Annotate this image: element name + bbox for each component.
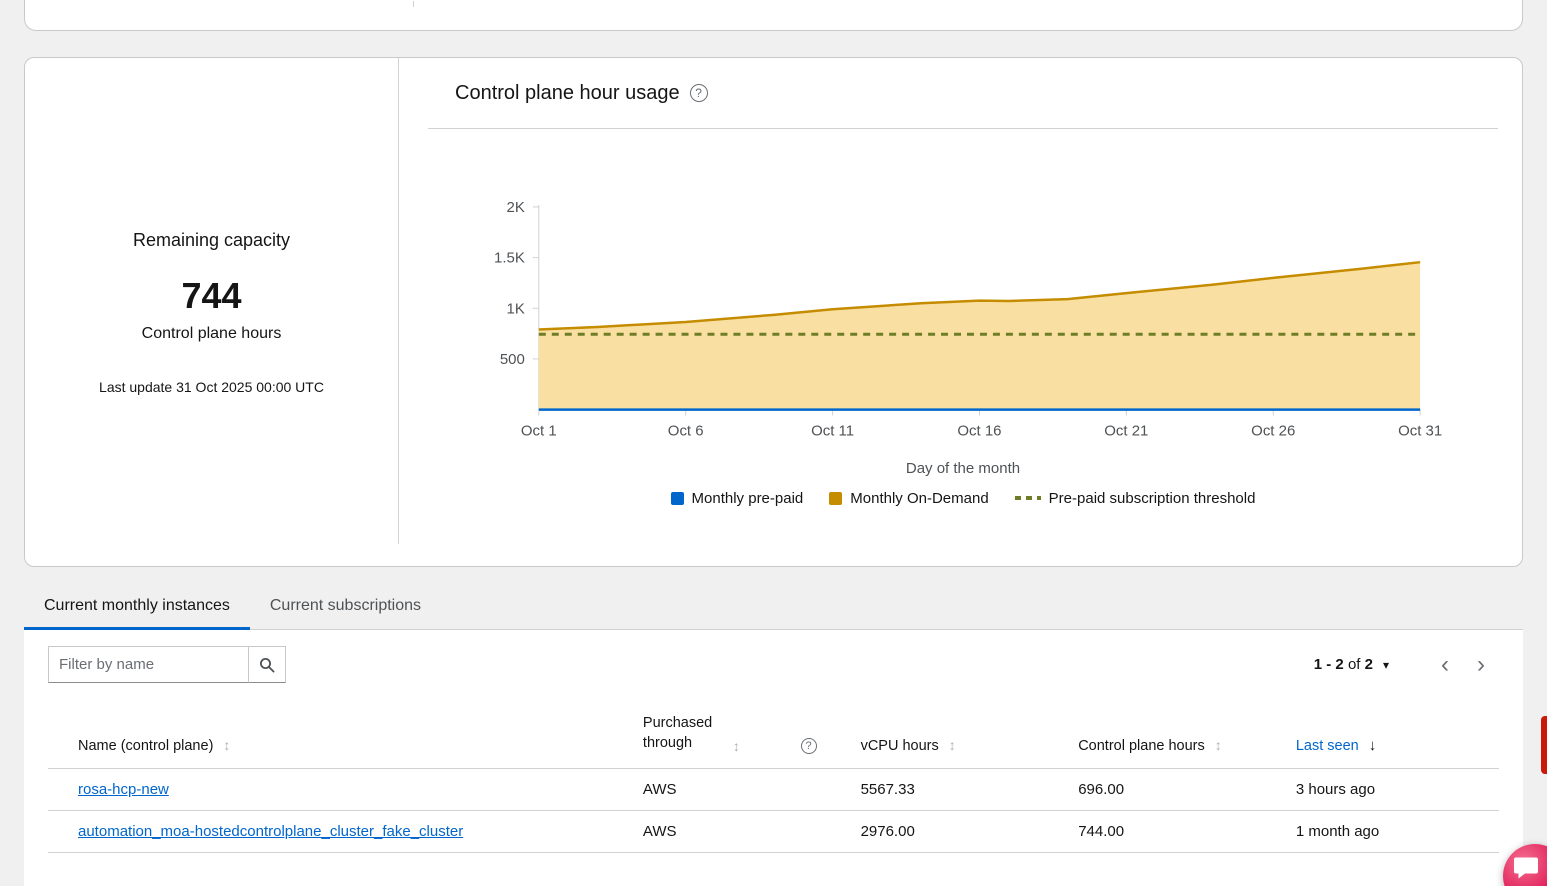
pagination-total: 2 — [1365, 656, 1373, 673]
svg-text:Oct 1: Oct 1 — [521, 423, 557, 440]
chart-legend: Monthly pre-paid Monthly On-Demand Pre-p… — [428, 490, 1498, 507]
usage-chart-header: Control plane hour usage ? — [428, 58, 1498, 128]
previous-page-button[interactable]: ‹ — [1427, 649, 1463, 681]
table-row: rosa-hcp-new AWS 5567.33 696.00 3 hours … — [48, 768, 1499, 810]
usage-chart-title: Control plane hour usage — [455, 82, 680, 105]
usage-card: Remaining capacity 744 Control plane hou… — [24, 57, 1523, 567]
tab-label: Current monthly instances — [44, 597, 230, 615]
svg-text:1.5K: 1.5K — [494, 250, 525, 267]
remaining-capacity-unit: Control plane hours — [142, 325, 282, 343]
page: { "colors": { "link": "#0066cc", "prepai… — [0, 0, 1547, 886]
sort-icon[interactable]: ↕ — [1215, 737, 1222, 753]
svg-text:Oct 21: Oct 21 — [1104, 423, 1148, 440]
column-label: vCPU hours — [861, 738, 939, 754]
pagination-of-label: of — [1348, 656, 1361, 673]
next-page-button[interactable]: › — [1463, 649, 1499, 681]
help-icon[interactable]: ? — [690, 84, 708, 102]
pagination-caret-down-icon[interactable]: ▾ — [1383, 658, 1389, 672]
svg-text:2K: 2K — [507, 199, 525, 216]
instances-tab-content: 1 - 2 of 2 ▾ ‹ › Name (control plane)↕ P — [24, 630, 1523, 886]
tab-label: Current subscriptions — [270, 597, 421, 615]
filter-by-name-input[interactable] — [48, 646, 248, 683]
instances-table: Name (control plane) ↕ Purchased through ↕… — [48, 699, 1499, 853]
threshold-dash-icon — [1015, 496, 1041, 500]
cluster-name-link[interactable]: rosa-hcp-new — [78, 781, 169, 798]
table-toolbar: 1 - 2 of 2 ▾ ‹ › — [24, 630, 1523, 699]
prepaid-swatch-icon — [671, 492, 684, 505]
svg-text:Oct 6: Oct 6 — [668, 423, 704, 440]
cell-control-plane-hours: 744.00 — [1078, 810, 1296, 852]
pagination-nav: ‹ › — [1427, 649, 1499, 681]
chat-bubble-icon — [1513, 856, 1539, 880]
column-label: Last seen — [1296, 738, 1359, 754]
cell-control-plane-hours: 696.00 — [1078, 768, 1296, 810]
remaining-capacity-title: Remaining capacity — [133, 230, 290, 251]
usage-chart-panel: Control plane hour usage ? 500 1K 1.5K 2K Oc… — [399, 58, 1522, 566]
svg-text:1K: 1K — [507, 300, 525, 317]
legend-label: Monthly pre-paid — [692, 490, 804, 507]
purchased-through-help-icon[interactable]: ? — [801, 738, 817, 754]
column-header-name[interactable]: Name (control plane) ↕ — [48, 699, 643, 768]
svg-text:Oct 11: Oct 11 — [811, 423, 854, 440]
remaining-capacity-panel: Remaining capacity 744 Control plane hou… — [25, 58, 398, 566]
legend-item-threshold: Pre-paid subscription threshold — [1015, 490, 1256, 507]
column-header-control-plane-hours[interactable]: Control plane hours ↕ — [1078, 699, 1296, 768]
feedback-tab[interactable] — [1541, 716, 1547, 774]
filter-input-group — [48, 646, 286, 683]
tab-bar: Current monthly instances Current subscr… — [24, 584, 1523, 630]
column-header-last-seen[interactable]: Last seen ↓ — [1296, 699, 1499, 768]
search-button[interactable] — [248, 646, 286, 683]
sort-desc-icon[interactable]: ↓ — [1369, 737, 1377, 754]
cell-last-seen: 3 hours ago — [1296, 768, 1499, 810]
ondemand-swatch-icon — [829, 492, 842, 505]
cell-vcpu-hours: 5567.33 — [861, 768, 1079, 810]
tab-current-monthly-instances[interactable]: Current monthly instances — [24, 584, 250, 630]
legend-label: Monthly On-Demand — [850, 490, 988, 507]
previous-card-bottom — [24, 0, 1523, 31]
header-divider — [428, 128, 1498, 129]
svg-text:Oct 31: Oct 31 — [1398, 423, 1442, 440]
svg-text:500: 500 — [500, 351, 525, 368]
sort-icon[interactable]: ↕ — [223, 737, 230, 753]
chart-x-axis-label: Day of the month — [428, 460, 1498, 477]
column-label: Purchased through — [643, 713, 723, 754]
tab-current-subscriptions[interactable]: Current subscriptions — [250, 584, 441, 630]
pagination: 1 - 2 of 2 ▾ ‹ › — [1314, 649, 1499, 681]
svg-text:Oct 16: Oct 16 — [957, 423, 1001, 440]
search-icon — [259, 657, 275, 673]
cell-vcpu-hours: 2976.00 — [861, 810, 1079, 852]
cluster-name-link[interactable]: automation_moa-hostedcontrolplane_cluste… — [78, 823, 463, 840]
legend-item-prepaid: Monthly pre-paid — [671, 490, 804, 507]
column-header-vcpu-hours[interactable]: vCPU hours ↕ — [861, 699, 1079, 768]
pagination-range: 1 - 2 of 2 — [1314, 656, 1373, 673]
sort-icon[interactable]: ↕ — [733, 738, 740, 754]
column-label: Control plane hours — [1078, 738, 1205, 754]
pagination-range-numbers: 1 - 2 — [1314, 656, 1344, 673]
column-label: Name (control plane) — [78, 738, 213, 754]
last-update-text: Last update 31 Oct 2025 00:00 UTC — [99, 379, 324, 395]
cell-last-seen: 1 month ago — [1296, 810, 1499, 852]
usage-chart: 500 1K 1.5K 2K Oct 1 Oct 6 Oct 11 Oct 16 Oct 21 O… — [428, 190, 1498, 452]
table-header-row: Name (control plane) ↕ Purchased through ↕… — [48, 699, 1499, 768]
column-header-purchased-through[interactable]: Purchased through ↕ ? — [643, 699, 861, 768]
legend-item-ondemand: Monthly On-Demand — [829, 490, 988, 507]
cell-purchased-through: AWS — [643, 768, 861, 810]
legend-label: Pre-paid subscription threshold — [1049, 490, 1256, 507]
cell-purchased-through: AWS — [643, 810, 861, 852]
svg-text:Oct 26: Oct 26 — [1251, 423, 1295, 440]
table-row: automation_moa-hostedcontrolplane_cluste… — [48, 810, 1499, 852]
remaining-capacity-value: 744 — [181, 275, 241, 317]
previous-card-divider — [413, 1, 414, 7]
sort-icon[interactable]: ↕ — [949, 737, 956, 753]
